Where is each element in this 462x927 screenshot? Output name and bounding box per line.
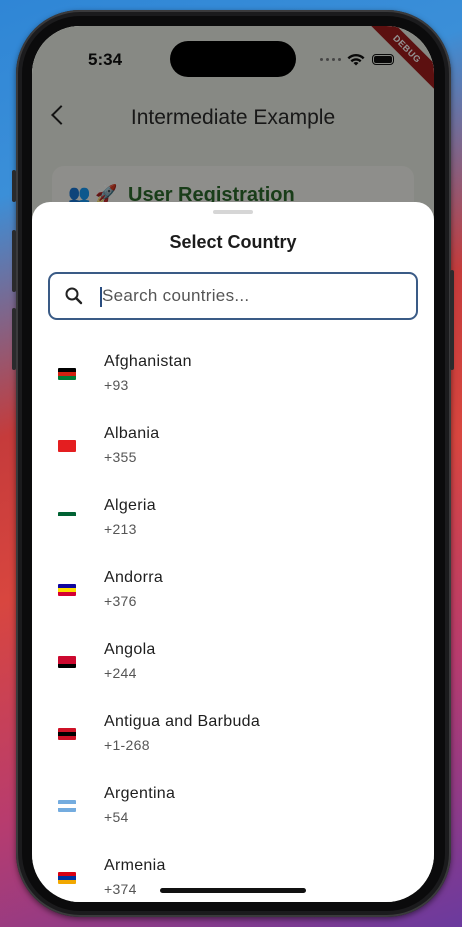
country-row[interactable]: Armenia +374 — [32, 846, 434, 902]
country-row[interactable]: Afghanistan +93 — [32, 342, 434, 414]
phone-volume-up-button — [12, 230, 16, 292]
flag-icon — [58, 800, 76, 812]
country-name: Afghanistan — [104, 353, 192, 370]
drag-handle[interactable] — [213, 210, 253, 214]
flag-icon — [58, 440, 76, 452]
country-name: Algeria — [104, 497, 156, 514]
country-name: Antigua and Barbuda — [104, 713, 261, 730]
dial-code: +355 — [104, 449, 137, 465]
flag-icon — [58, 368, 76, 380]
country-name: Argentina — [104, 785, 176, 802]
search-icon — [65, 287, 83, 305]
phone-power-button — [450, 270, 454, 370]
flag-icon — [58, 656, 76, 668]
country-name: Armenia — [104, 857, 166, 874]
search-input[interactable] — [102, 282, 402, 310]
phone-volume-down-button — [12, 308, 16, 370]
dial-code: +376 — [104, 593, 137, 609]
country-name: Albania — [104, 425, 160, 442]
country-row[interactable]: Argentina +54 — [32, 774, 434, 846]
country-row[interactable]: Algeria +213 — [32, 486, 434, 558]
flag-icon — [58, 728, 76, 740]
phone-action-button — [12, 170, 16, 202]
flag-icon — [58, 584, 76, 596]
search-box[interactable] — [48, 272, 418, 320]
sheet-title: Select Country — [169, 232, 297, 252]
phone-screen: 5:34 DEBUG Intermediate Example 👥 🚀 User… — [32, 26, 434, 902]
country-row[interactable]: Albania +355 — [32, 414, 434, 486]
dial-code: +93 — [104, 377, 129, 393]
dial-code: +1-268 — [104, 737, 150, 753]
flag-icon — [58, 512, 76, 524]
country-name: Angola — [104, 641, 156, 658]
home-indicator[interactable] — [160, 888, 306, 893]
dial-code: +244 — [104, 665, 137, 681]
country-name: Andorra — [104, 569, 164, 586]
dial-code: +374 — [104, 881, 137, 897]
country-picker-sheet: Select Country Afghanistan +93 Albania +355… — [32, 202, 434, 902]
dial-code: +213 — [104, 521, 137, 537]
country-row[interactable]: Andorra +376 — [32, 558, 434, 630]
dial-code: +54 — [104, 809, 129, 825]
country-list: Afghanistan +93 Albania +355 Algeria +213 Ando… — [32, 342, 434, 902]
country-row[interactable]: Antigua and Barbuda +1-268 — [32, 702, 434, 774]
country-row[interactable]: Angola +244 — [32, 630, 434, 702]
flag-icon — [58, 872, 76, 884]
